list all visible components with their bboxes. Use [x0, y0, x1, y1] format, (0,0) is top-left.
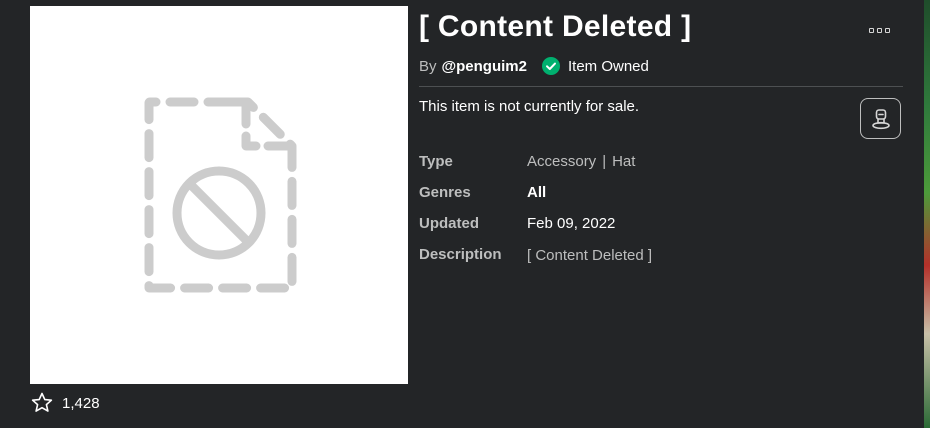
item-thumbnail — [30, 6, 408, 384]
type-label: Type — [419, 153, 453, 170]
byline: By @penguim2 Item Owned — [419, 56, 649, 76]
deleted-file-icon — [144, 97, 297, 293]
more-options-button[interactable] — [864, 18, 894, 42]
by-label: By — [419, 57, 437, 75]
more-options-icon — [884, 27, 890, 33]
type-accessory-link[interactable]: Accessory — [527, 153, 596, 170]
try-on-button[interactable] — [860, 98, 901, 139]
adjacent-image-edge — [924, 0, 930, 428]
item-title: [ Content Deleted ] — [419, 10, 692, 43]
genres-value: All — [527, 184, 547, 201]
item-owned-label: Item Owned — [567, 57, 649, 75]
avatar-try-on-icon — [871, 108, 890, 129]
creator-link[interactable]: @penguim2 — [442, 58, 527, 75]
item-details-page: 1,428 [ Content Deleted ] By @penguim2 I… — [0, 0, 930, 428]
genres-label: Genres — [419, 184, 471, 201]
checkmark-circle-icon — [541, 57, 560, 75]
description-label: Description — [419, 246, 502, 263]
type-separator: | — [602, 153, 607, 170]
favorite-button[interactable]: 1,428 — [30, 391, 100, 415]
updated-label: Updated — [419, 215, 479, 232]
divider — [419, 86, 903, 87]
more-options-icon — [868, 27, 874, 33]
sale-status: This item is not currently for sale. — [419, 98, 640, 115]
favorite-count: 1,428 — [62, 394, 100, 412]
type-value: Accessory | Hat — [527, 153, 635, 170]
type-hat-link[interactable]: Hat — [612, 153, 635, 170]
description-value: [ Content Deleted ] — [527, 247, 653, 264]
star-outline-icon — [31, 392, 53, 412]
more-options-icon — [876, 27, 882, 33]
updated-value: Feb 09, 2022 — [527, 215, 616, 232]
